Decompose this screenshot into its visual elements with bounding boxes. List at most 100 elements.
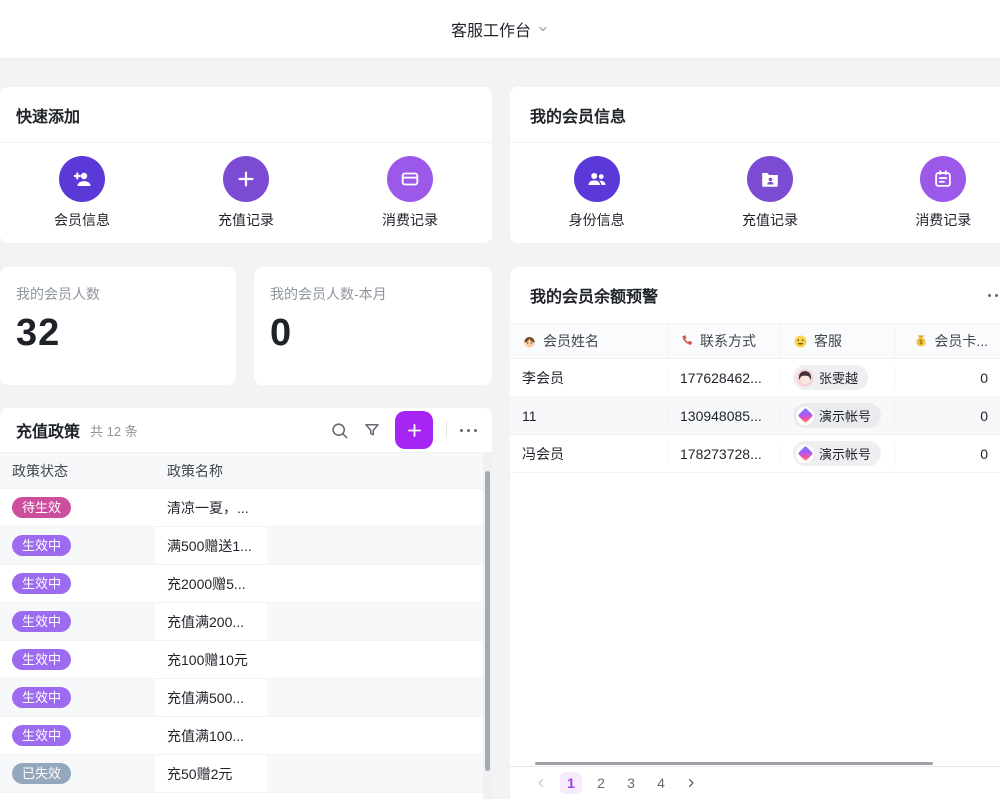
- policy-name: 清凉一夏，...: [155, 498, 267, 518]
- prev-page-icon[interactable]: [530, 772, 552, 794]
- more-icon[interactable]: [460, 428, 478, 432]
- shortcut-label: 消费记录: [382, 210, 438, 230]
- member-name: 11: [510, 408, 668, 424]
- status-badge: 生效中: [12, 649, 71, 670]
- status-badge: 生效中: [12, 611, 71, 632]
- page-button-1[interactable]: 1: [560, 772, 582, 794]
- member-name: 冯会员: [510, 444, 668, 464]
- column-header-name: 会员姓名: [543, 331, 599, 351]
- add-record-button[interactable]: [395, 411, 433, 449]
- page-button-3[interactable]: 3: [620, 772, 642, 794]
- chevron-down-icon: [537, 23, 549, 35]
- status-badge: 待生效: [12, 497, 71, 518]
- agent-pill: 演示帐号: [793, 403, 881, 428]
- member-row[interactable]: 李会员 177628462... 张雯越 0: [510, 359, 1000, 397]
- recharge-policy-toolbar: [329, 411, 478, 449]
- page-button-4[interactable]: 4: [650, 772, 672, 794]
- shortcut-label: 充值记录: [218, 210, 274, 230]
- column-header-status: 政策状态: [0, 461, 155, 481]
- policy-row[interactable]: 生效中 充值满200...: [0, 603, 492, 641]
- policy-row[interactable]: 生效中 充2000赠5...: [0, 565, 492, 603]
- my-member-info-title: 我的会员信息: [530, 103, 626, 127]
- status-badge: 生效中: [12, 687, 71, 708]
- agent-name: 张雯越: [819, 368, 858, 387]
- quick-add-title: 快速添加: [16, 103, 80, 127]
- agent-pill: 演示帐号: [793, 441, 881, 466]
- stat-card-member-count-month: 我的会员人数-本月 0: [254, 267, 492, 385]
- column-header-agent: 客服: [814, 331, 842, 351]
- policy-name: 充2000赠5...: [155, 574, 267, 594]
- folder-user-icon: [747, 156, 793, 202]
- pagination: 1 2 3 4: [510, 766, 1000, 799]
- person-add-icon: [59, 156, 105, 202]
- my-member-info-header: 我的会员信息: [510, 87, 1000, 143]
- more-icon[interactable]: [988, 293, 1000, 297]
- shortcut-label: 充值记录: [742, 210, 798, 230]
- shortcut-consume-record[interactable]: 消费记录: [857, 156, 1000, 230]
- policy-row[interactable]: 生效中 充100赠10元: [0, 641, 492, 679]
- quick-add-card: 快速添加 会员信息 充值记录 消费记录: [0, 87, 492, 243]
- status-badge: 生效中: [12, 725, 71, 746]
- shortcut-member-info[interactable]: 会员信息: [0, 156, 164, 230]
- recharge-policy-card: 充值政策 共 12 条 政策状态 政策名称 待生效 清凉一夏，...: [0, 408, 492, 799]
- status-badge: 生效中: [12, 573, 71, 594]
- policy-row[interactable]: 生效中 充值满500...: [0, 679, 492, 717]
- page-button-2[interactable]: 2: [590, 772, 612, 794]
- policy-name: 满500赠送1...: [155, 536, 267, 556]
- member-contact: 130948085...: [668, 408, 781, 424]
- brand-avatar: [796, 407, 814, 425]
- status-badge: 已失效: [12, 763, 71, 784]
- policy-row[interactable]: 待生效 清凉一夏，...: [0, 489, 492, 527]
- status-badge: 生效中: [12, 535, 71, 556]
- shortcut-label: 身份信息: [569, 210, 625, 230]
- next-page-icon[interactable]: [680, 772, 702, 794]
- smiley-icon: [793, 334, 808, 349]
- policy-row[interactable]: 已失效 充50赠2元: [0, 755, 492, 793]
- search-icon[interactable]: [329, 420, 349, 440]
- balance-warning-header: 我的会员余额预警: [510, 267, 1000, 323]
- plus-icon: [405, 421, 424, 440]
- stat-value: 32: [16, 312, 220, 355]
- agent-pill: 张雯越: [793, 365, 868, 390]
- my-member-info-shortcuts: 身份信息 充值记录 消费记录: [510, 143, 1000, 242]
- people-icon: [574, 156, 620, 202]
- policy-name: 充值满100...: [155, 726, 267, 746]
- filter-icon[interactable]: [362, 420, 382, 440]
- stat-card-member-count: 我的会员人数 32: [0, 267, 236, 385]
- policy-row[interactable]: 生效中 满500赠送1...: [0, 527, 492, 565]
- recharge-policy-table: 政策状态 政策名称 待生效 清凉一夏，... 生效中 满500赠送1... 生效…: [0, 453, 492, 793]
- quick-add-shortcuts: 会员信息 充值记录 消费记录: [0, 143, 492, 242]
- policy-name: 充100赠10元: [155, 650, 267, 670]
- policy-table-header: 政策状态 政策名称: [0, 453, 492, 489]
- shortcut-recharge-record[interactable]: 充值记录: [683, 156, 856, 230]
- agent-name: 演示帐号: [819, 406, 871, 425]
- member-balance: 0: [895, 446, 1000, 462]
- girl-avatar: [796, 369, 814, 387]
- app-title-dropdown[interactable]: 客服工作台: [451, 17, 549, 41]
- balance-warning-title: 我的会员余额预警: [530, 283, 658, 307]
- shortcut-identity-info[interactable]: 身份信息: [510, 156, 683, 230]
- member-row[interactable]: 冯会员 178273728... 演示帐号 0: [510, 435, 1000, 473]
- stat-label: 我的会员人数: [16, 284, 220, 304]
- balance-table-header: 会员姓名 联系方式 客服 $ 会员卡...: [510, 323, 1000, 359]
- top-bar: 客服工作台: [0, 0, 1000, 59]
- horizontal-scrollbar-thumb[interactable]: [535, 762, 933, 765]
- app-title: 客服工作台: [451, 17, 531, 41]
- member-row[interactable]: 11 130948085... 演示帐号 0: [510, 397, 1000, 435]
- policy-name: 充50赠2元: [155, 764, 267, 784]
- shortcut-recharge-record[interactable]: 充值记录: [164, 156, 328, 230]
- agent-name: 演示帐号: [819, 444, 871, 463]
- member-balance: 0: [895, 370, 1000, 386]
- member-balance: 0: [895, 408, 1000, 424]
- calendar-icon: [920, 156, 966, 202]
- member-contact: 177628462...: [668, 370, 781, 386]
- policy-name: 充值满200...: [155, 612, 267, 632]
- woman-icon: [522, 334, 537, 349]
- recharge-policy-header: 充值政策 共 12 条: [0, 408, 492, 453]
- my-member-info-card: 我的会员信息 身份信息 充值记录 消费记录: [510, 87, 1000, 243]
- policy-row[interactable]: 生效中 充值满100...: [0, 717, 492, 755]
- vertical-scrollbar-thumb[interactable]: [485, 471, 490, 771]
- shortcut-consume-record[interactable]: 消费记录: [328, 156, 492, 230]
- recharge-policy-title: 充值政策: [16, 418, 80, 442]
- vertical-scrollbar-track: [483, 453, 492, 799]
